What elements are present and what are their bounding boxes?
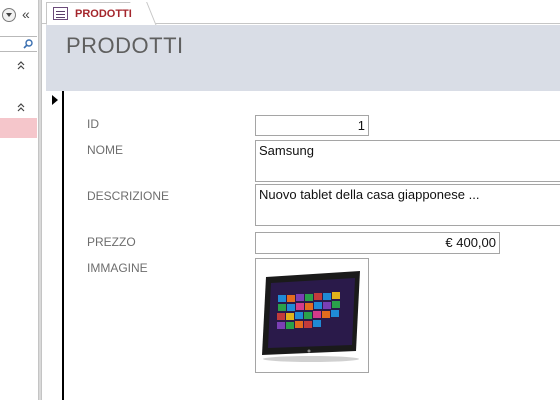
nav-search-input[interactable] <box>0 36 37 52</box>
nav-menu-dropdown-icon[interactable] <box>2 8 16 22</box>
nome-field[interactable]: Samsung <box>255 140 560 182</box>
group-collapse-icon[interactable] <box>16 102 26 115</box>
nav-item-selected[interactable] <box>0 118 37 138</box>
id-field[interactable]: 1 <box>255 115 369 136</box>
prezzo-label: PREZZO <box>87 235 136 249</box>
prezzo-field[interactable]: € 400,00 <box>255 232 500 254</box>
search-icon[interactable] <box>23 39 33 49</box>
id-label: ID <box>87 117 99 131</box>
current-record-icon <box>52 95 58 105</box>
collapse-nav-icon[interactable]: « <box>22 6 30 22</box>
document-tab-strip: PRODOTTI <box>42 0 560 25</box>
form-header: PRODOTTI <box>46 25 560 91</box>
immagine-label: IMMAGINE <box>87 261 148 275</box>
tablet-image <box>262 271 360 362</box>
immagine-field[interactable] <box>255 258 369 373</box>
pane-splitter[interactable] <box>38 0 42 400</box>
navigation-pane: « <box>0 0 38 400</box>
tab-prodotti[interactable]: PRODOTTI <box>46 2 144 25</box>
form-title: PRODOTTI <box>66 33 184 58</box>
descrizione-field[interactable]: Nuovo tablet della casa giapponese ... <box>255 184 560 226</box>
nome-label: NOME <box>87 143 123 157</box>
form-icon <box>53 7 68 20</box>
tab-label: PRODOTTI <box>75 7 132 20</box>
form-detail: ID 1 NOME Samsung DESCRIZIONE Nuovo tabl… <box>64 91 560 400</box>
descrizione-label: DESCRIZIONE <box>87 189 170 203</box>
group-collapse-icon[interactable] <box>16 60 26 73</box>
record-selector[interactable] <box>46 91 64 400</box>
